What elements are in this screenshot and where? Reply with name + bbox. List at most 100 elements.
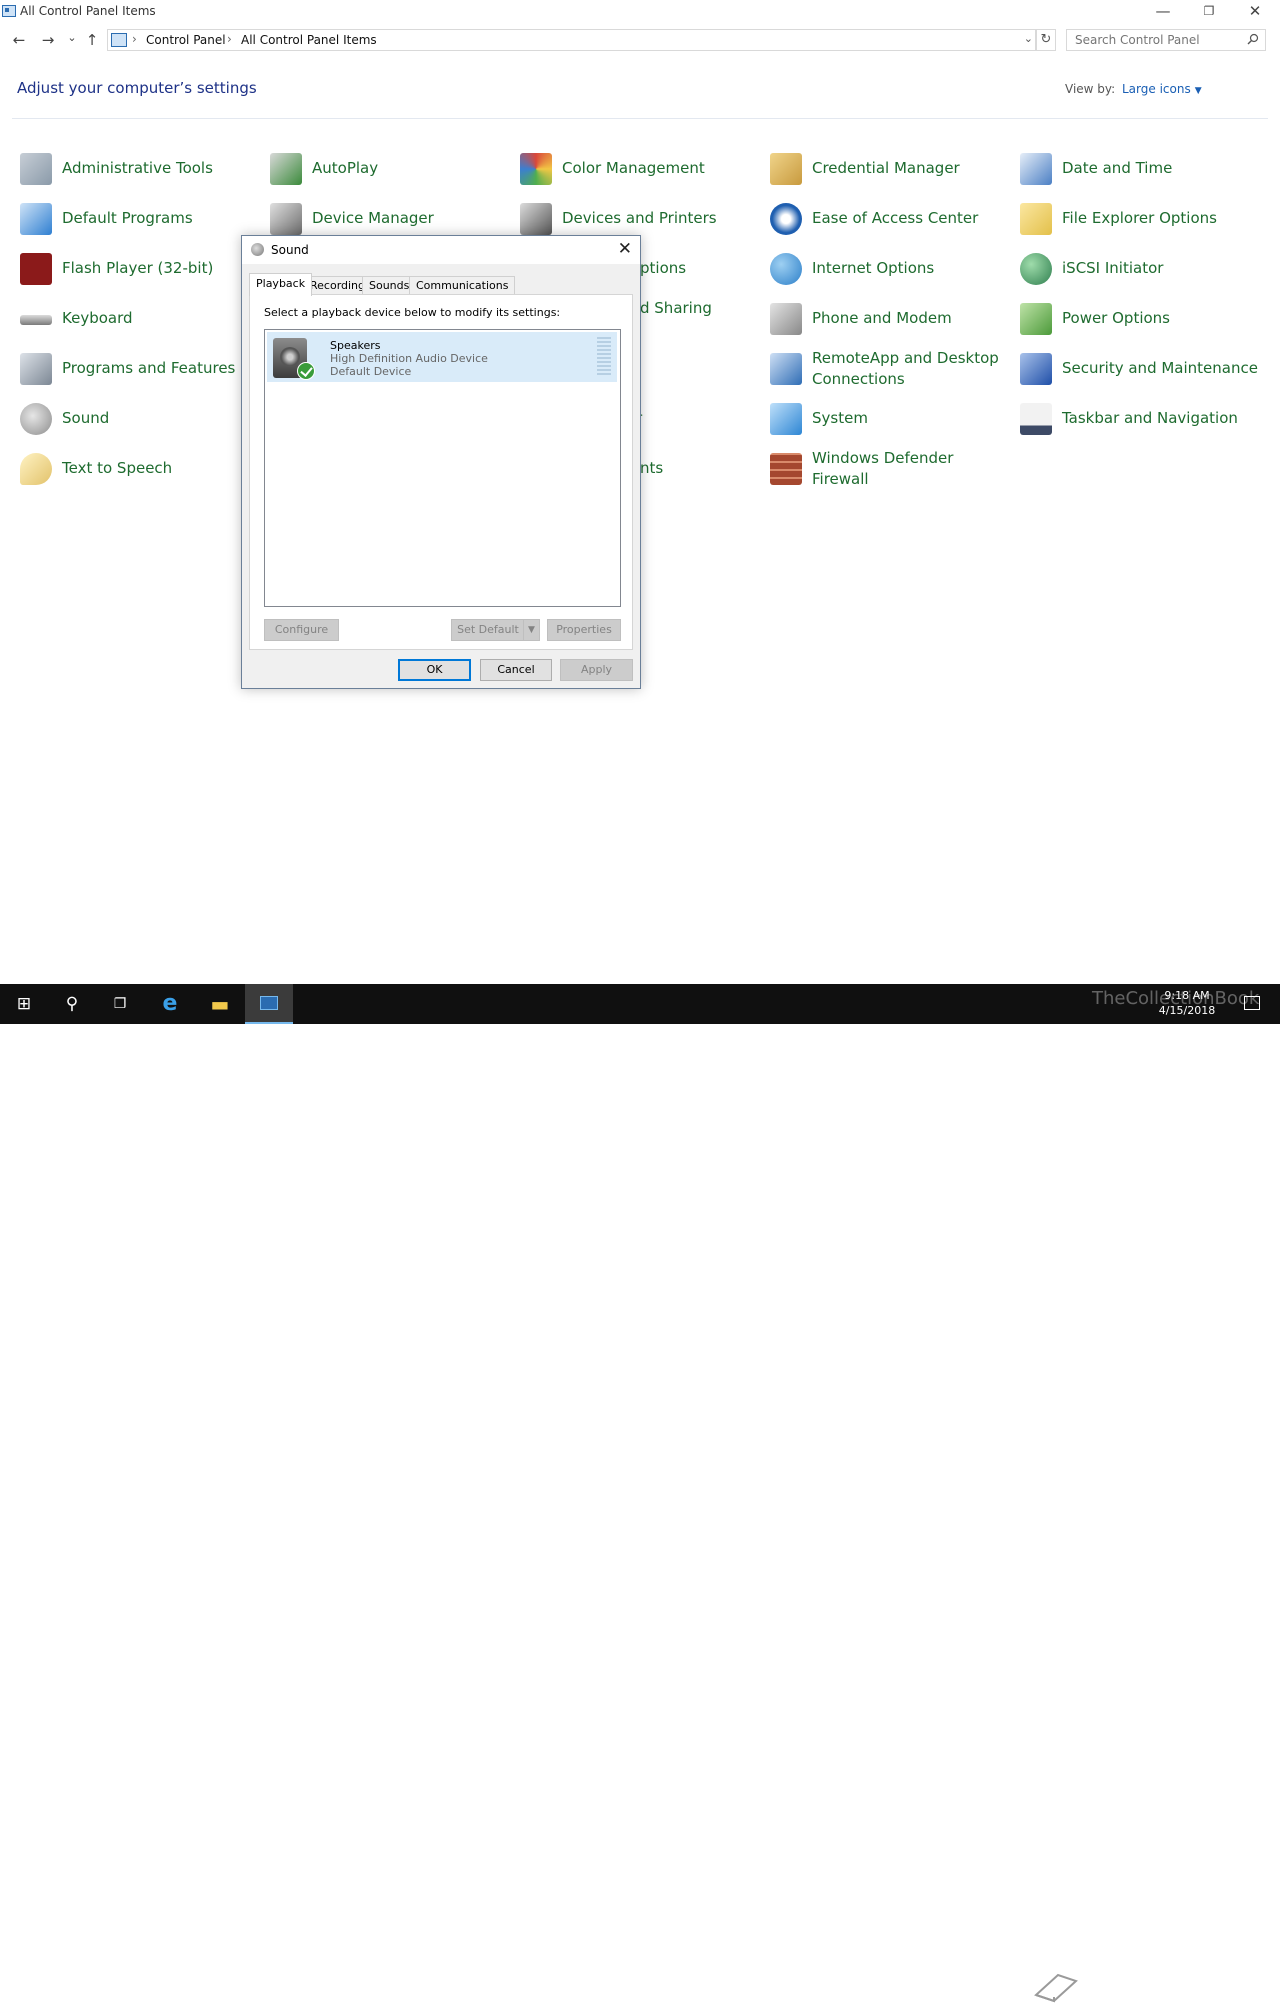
admin-tools-icon xyxy=(20,153,52,185)
item-label[interactable]: Default Programs xyxy=(62,208,193,229)
start-button[interactable]: ⊞ xyxy=(0,984,48,1024)
view-by-dropdown[interactable]: Large icons ▼ xyxy=(1122,82,1202,96)
credential-manager-icon xyxy=(770,153,802,185)
search-icon[interactable] xyxy=(1247,33,1259,45)
item-label[interactable]: Internet Options xyxy=(812,258,934,279)
default-check-icon xyxy=(297,362,315,380)
search-taskbar-button[interactable]: ⚲ xyxy=(48,984,96,1024)
tab-communications[interactable]: Communications xyxy=(409,276,516,295)
text-to-speech-icon xyxy=(20,453,52,485)
item-label[interactable]: Text to Speech xyxy=(62,458,172,479)
speaker-icon xyxy=(251,243,264,256)
up-button[interactable]: ↑ xyxy=(82,30,102,50)
recent-locations-button[interactable]: ⌄ xyxy=(62,28,82,48)
default-programs-icon xyxy=(20,203,52,235)
tab-playback[interactable]: Playback xyxy=(249,273,313,296)
dialog-title-bar[interactable]: Sound ✕ xyxy=(242,236,640,264)
set-default-dropdown-icon[interactable]: ▼ xyxy=(523,619,540,641)
item-label[interactable]: RemoteApp and Desktop Connections xyxy=(812,348,1002,390)
device-description: High Definition Audio Device xyxy=(330,352,488,365)
date-time-icon xyxy=(1020,153,1052,185)
keyboard-icon xyxy=(20,315,52,325)
configure-button[interactable]: Configure xyxy=(264,619,339,641)
item-label[interactable]: File Explorer Options xyxy=(1062,208,1217,229)
close-button[interactable]: ✕ xyxy=(1232,0,1278,24)
item-label[interactable]: Ease of Access Center xyxy=(812,208,978,229)
item-label[interactable]: nts xyxy=(640,458,663,479)
title-bar: All Control Panel Items — ❐ ✕ xyxy=(0,0,1280,24)
properties-button[interactable]: Properties xyxy=(547,619,621,641)
item-label[interactable]: Color Management xyxy=(562,158,705,179)
item-label[interactable]: Administrative Tools xyxy=(62,158,213,179)
item-label[interactable]: Keyboard xyxy=(62,308,133,329)
item-label[interactable]: d Sharing xyxy=(640,298,712,319)
firewall-icon xyxy=(770,453,802,485)
item-label[interactable]: ptions xyxy=(640,258,686,279)
back-button[interactable]: ← xyxy=(9,30,29,50)
playback-prompt: Select a playback device below to modify… xyxy=(264,306,561,319)
item-label[interactable]: AutoPlay xyxy=(312,158,378,179)
address-dropdown-icon[interactable]: ⌄ xyxy=(1024,32,1033,45)
internet-explorer-icon[interactable]: e xyxy=(146,984,194,1024)
sound-dialog: Sound ✕ Playback Recording Sounds Commun… xyxy=(241,235,641,689)
item-label[interactable]: iSCSI Initiator xyxy=(1062,258,1163,279)
autoplay-icon xyxy=(270,153,302,185)
ok-button[interactable]: OK xyxy=(398,659,471,681)
book-icon xyxy=(1034,1973,1078,2003)
dialog-close-button[interactable]: ✕ xyxy=(618,239,632,259)
item-label[interactable]: Device Manager xyxy=(312,208,434,229)
item-label[interactable]: Programs and Features xyxy=(62,358,235,379)
volume-meter xyxy=(597,337,611,377)
apply-button[interactable]: Apply xyxy=(560,659,633,681)
set-default-button[interactable]: Set Default xyxy=(451,619,525,641)
device-list[interactable]: Speakers High Definition Audio Device De… xyxy=(264,329,621,607)
item-label[interactable]: Date and Time xyxy=(1062,158,1172,179)
search-box[interactable] xyxy=(1066,29,1266,51)
item-label[interactable]: Security and Maintenance xyxy=(1062,358,1258,379)
header-divider xyxy=(12,118,1268,119)
item-label[interactable]: Power Options xyxy=(1062,308,1170,329)
item-label[interactable]: Taskbar and Navigation xyxy=(1062,408,1238,429)
restore-button[interactable]: ❐ xyxy=(1186,0,1232,24)
cancel-button[interactable]: Cancel xyxy=(480,659,552,681)
address-bar[interactable]: › Control Panel › All Control Panel Item… xyxy=(107,29,1036,51)
refresh-button[interactable]: ↻ xyxy=(1036,29,1056,51)
item-label[interactable]: Windows Defender Firewall xyxy=(812,448,1002,490)
device-manager-icon xyxy=(270,203,302,235)
item-label[interactable]: Credential Manager xyxy=(812,158,960,179)
forward-button[interactable]: → xyxy=(38,30,58,50)
internet-options-icon xyxy=(770,253,802,285)
system-icon xyxy=(770,403,802,435)
view-by-value[interactable]: Large icons xyxy=(1122,82,1191,96)
sound-icon xyxy=(20,403,52,435)
iscsi-initiator-icon xyxy=(1020,253,1052,285)
item-label[interactable]: Flash Player (32-bit) xyxy=(62,258,213,279)
power-options-icon xyxy=(1020,303,1052,335)
item-label[interactable]: Devices and Printers xyxy=(562,208,717,229)
breadcrumb-control-panel[interactable]: Control Panel xyxy=(146,33,226,47)
dialog-title: Sound xyxy=(271,243,309,257)
window-title: All Control Panel Items xyxy=(20,4,156,18)
search-input[interactable] xyxy=(1073,32,1243,48)
flash-player-icon xyxy=(20,253,52,285)
breadcrumb-all-items[interactable]: All Control Panel Items xyxy=(241,33,377,47)
control-panel-icon xyxy=(2,5,16,17)
page-title: Adjust your computer’s settings xyxy=(17,79,257,97)
remoteapp-icon xyxy=(770,353,802,385)
task-view-button[interactable]: ❐ xyxy=(96,984,144,1024)
breadcrumb-separator[interactable]: › xyxy=(227,32,232,46)
minimize-button[interactable]: — xyxy=(1140,0,1186,24)
file-explorer-icon[interactable]: ▬ xyxy=(196,984,244,1024)
device-speakers[interactable]: Speakers High Definition Audio Device De… xyxy=(267,332,617,382)
caret-down-icon[interactable]: ▼ xyxy=(1195,86,1202,96)
device-status: Default Device xyxy=(330,365,412,378)
devices-printers-icon xyxy=(520,203,552,235)
ease-of-access-icon xyxy=(770,203,802,235)
item-label[interactable]: System xyxy=(812,408,868,429)
item-label[interactable]: Sound xyxy=(62,408,109,429)
control-panel-icon xyxy=(111,33,127,47)
breadcrumb-separator[interactable]: › xyxy=(132,32,137,46)
control-panel-taskbar-button[interactable] xyxy=(245,984,293,1024)
item-label[interactable]: Phone and Modem xyxy=(812,308,952,329)
control-panel-icon xyxy=(260,996,278,1010)
